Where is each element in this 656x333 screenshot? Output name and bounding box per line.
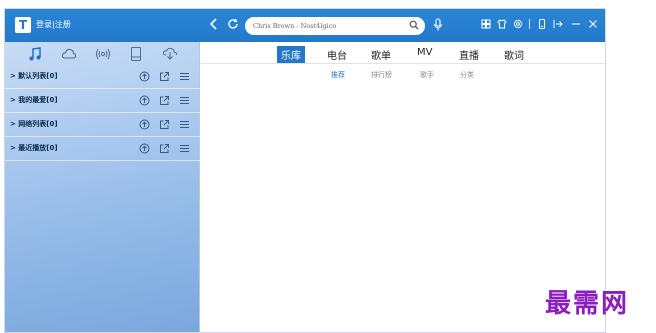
tab-radio[interactable]: 电台 (327, 47, 347, 62)
sidebar-nav (5, 42, 200, 66)
login-register-link[interactable]: 登录|注册 (36, 19, 71, 30)
search-input[interactable] (253, 20, 405, 32)
search-box[interactable] (245, 17, 425, 35)
tab-lyrics[interactable]: 歌词 (504, 47, 524, 62)
subtab-charts[interactable]: 排行榜 (371, 70, 392, 80)
upload-icon[interactable] (139, 143, 150, 154)
tab-library[interactable]: 乐库 (277, 46, 305, 63)
close-icon[interactable] (588, 19, 598, 29)
playlist-row-favorites[interactable]: > 我的最爱[0] (5, 89, 200, 113)
cloud-icon[interactable] (61, 46, 77, 62)
refresh-button[interactable] (226, 18, 239, 33)
music-note-icon[interactable] (27, 46, 43, 62)
toolbar-divider (529, 19, 530, 29)
settings-icon[interactable] (513, 19, 523, 29)
minimize-icon[interactable] (571, 19, 581, 29)
playlist-label: > 最近播放[0] (10, 144, 58, 152)
share-icon[interactable] (159, 95, 170, 106)
share-icon[interactable] (159, 119, 170, 130)
playlist-label: > 网络列表[0] (10, 120, 58, 128)
refresh-icon (227, 18, 238, 29)
share-icon[interactable] (159, 143, 170, 154)
tab-mv[interactable]: MV (417, 47, 432, 58)
tab-live[interactable]: 直播 (459, 47, 479, 62)
mic-icon[interactable] (433, 18, 443, 32)
device-icon[interactable] (128, 46, 144, 62)
playlist-row-recent[interactable]: > 最近播放[0] (5, 137, 200, 161)
skin-icon[interactable] (481, 19, 491, 29)
menu-icon[interactable] (179, 119, 190, 130)
playlist-row-network[interactable]: > 网络列表[0] (5, 113, 200, 137)
mini-mode-icon[interactable] (553, 19, 563, 29)
app-logo: T (15, 17, 31, 33)
watermark: 最需网 (545, 289, 630, 319)
sidebar: > 默认列表[0] > 我的最爱[0] > 网络列表[0] > 最近播放[0] (5, 42, 200, 332)
mobile-icon[interactable] (537, 19, 547, 29)
radio-icon[interactable] (95, 46, 111, 62)
upload-icon[interactable] (139, 71, 150, 82)
menu-icon[interactable] (179, 71, 190, 82)
upload-icon[interactable] (139, 119, 150, 130)
playlist-label: > 默认列表[0] (10, 72, 58, 80)
menu-icon[interactable] (179, 143, 190, 154)
subtab-singers[interactable]: 歌手 (420, 70, 434, 80)
shirt-icon[interactable] (497, 19, 507, 29)
chevron-left-icon (209, 18, 217, 30)
upload-icon[interactable] (139, 95, 150, 106)
app-window: T 登录|注册 > 默认列表[0] (4, 8, 606, 333)
back-button[interactable] (208, 18, 220, 33)
share-icon[interactable] (159, 71, 170, 82)
subtab-recommend[interactable]: 推荐 (331, 70, 345, 80)
download-icon[interactable] (162, 46, 178, 62)
tab-playlists[interactable]: 歌单 (371, 47, 391, 62)
title-bar: T 登录|注册 (5, 9, 605, 42)
playlist-row-default[interactable]: > 默认列表[0] (5, 65, 200, 89)
playlist-label: > 我的最爱[0] (10, 96, 58, 104)
menu-icon[interactable] (179, 95, 190, 106)
subtab-categories[interactable]: 分类 (460, 70, 474, 80)
search-icon[interactable] (409, 20, 419, 30)
main-tabs: 乐库 电台 歌单 MV 直播 歌词 (201, 42, 605, 64)
